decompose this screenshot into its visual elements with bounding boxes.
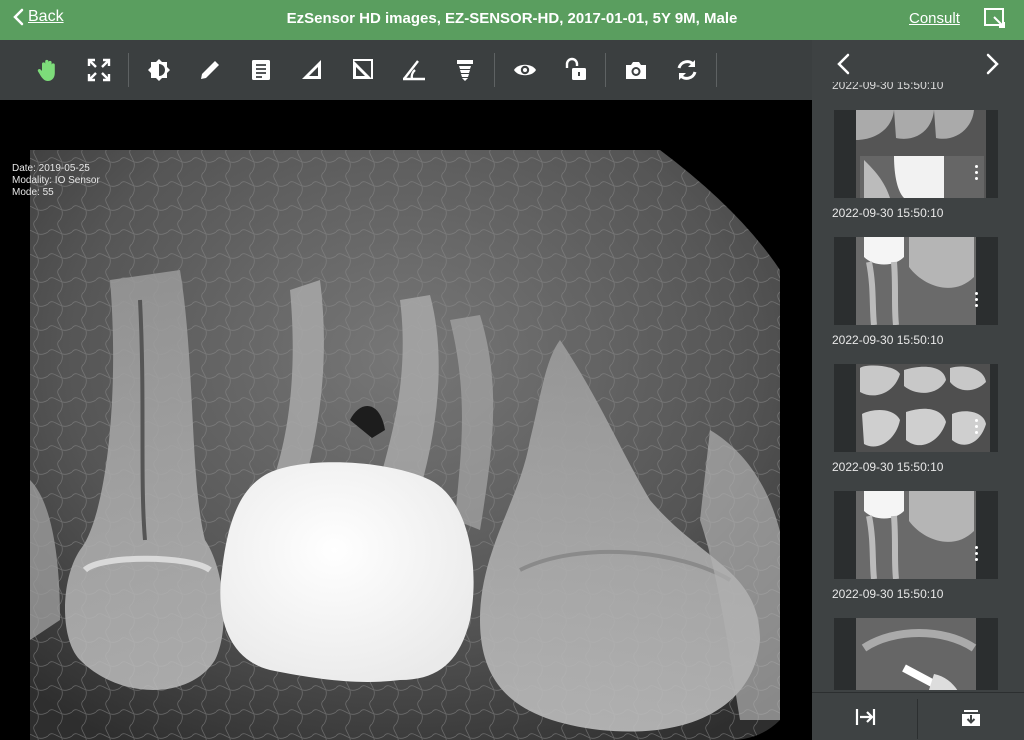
hand-icon	[37, 59, 55, 81]
chevron-left-icon[interactable]	[834, 52, 854, 76]
area-measure-button[interactable]	[341, 48, 385, 92]
angle-measure-icon	[353, 59, 373, 79]
lock-button[interactable]	[554, 48, 598, 92]
view-button[interactable]	[503, 48, 547, 92]
pencil-icon	[201, 61, 219, 79]
capture-button[interactable]	[614, 48, 658, 92]
thumbnail-item[interactable]	[834, 491, 998, 579]
more-options-icon[interactable]	[975, 292, 978, 310]
brightness-button[interactable]	[137, 48, 181, 92]
page-title: EzSensor HD images, EZ-SENSOR-HD, 2017-0…	[286, 10, 738, 27]
consult-button[interactable]: Consult	[909, 10, 960, 27]
toolbar-separator	[494, 53, 495, 87]
report-button[interactable]	[239, 48, 283, 92]
thumbnail-image	[834, 237, 998, 325]
thumbnail-label: 2022-09-30 15:50:10	[832, 82, 944, 92]
eye-icon	[514, 64, 536, 76]
back-button[interactable]: Back	[12, 8, 64, 26]
download-button[interactable]	[918, 693, 1023, 740]
fit-screen-button[interactable]	[77, 48, 121, 92]
panel-actions	[812, 692, 1024, 740]
fit-screen-icon	[87, 58, 111, 82]
image-info-overlay: Date: 2019-05-25 Modality: IO Sensor Mod…	[12, 163, 100, 199]
info-date: Date: 2019-05-25	[12, 163, 90, 174]
thumbnail-list[interactable]: 2022-09-30 15:50:10 2022-09-30 15:50:10	[812, 82, 1024, 690]
draw-button[interactable]	[188, 48, 232, 92]
report-icon	[252, 60, 270, 80]
thumbnail-image	[834, 491, 998, 579]
more-options-icon[interactable]	[975, 546, 978, 564]
ruler-triangle-icon	[302, 60, 321, 79]
thumbnail-nav	[812, 50, 1024, 80]
tool-bar	[0, 40, 812, 100]
length-measure-button[interactable]	[290, 48, 334, 92]
thumbnail-item[interactable]	[834, 364, 998, 452]
import-button[interactable]	[812, 693, 917, 740]
thumbnail-image	[834, 618, 998, 690]
toolbar-separator	[605, 53, 606, 87]
chevron-right-icon[interactable]	[982, 52, 1002, 76]
implant-button[interactable]	[443, 48, 487, 92]
import-arrow-icon	[855, 709, 875, 725]
rotate-icon	[677, 60, 697, 80]
image-viewer[interactable]: Date: 2019-05-25 Modality: IO Sensor Mod…	[0, 100, 810, 740]
toolbar-separator	[716, 53, 717, 87]
toolbar-separator	[128, 53, 129, 87]
hand-tool-button[interactable]	[26, 48, 70, 92]
reset-button[interactable]	[665, 48, 709, 92]
more-options-icon[interactable]	[975, 165, 978, 183]
thumbnail-item[interactable]	[834, 618, 998, 690]
info-modality: Modality: IO Sensor	[12, 175, 100, 186]
thumbnail-item[interactable]	[834, 237, 998, 325]
consult-share-icon[interactable]	[982, 6, 1008, 32]
chevron-left-icon	[13, 8, 24, 26]
thumbnail-item[interactable]	[834, 110, 998, 198]
thumbnail-panel: 2022-09-30 15:50:10 2022-09-30 15:50:10	[812, 40, 1024, 740]
implant-icon	[457, 60, 473, 81]
brightness-contrast-icon	[148, 59, 170, 81]
unlock-icon	[565, 57, 586, 80]
camera-icon	[626, 62, 646, 79]
thumbnail-label: 2022-09-30 15:50:10	[832, 587, 944, 601]
title-bar: Back EzSensor HD images, EZ-SENSOR-HD, 2…	[0, 0, 1024, 40]
thumbnail-image	[834, 364, 998, 452]
protractor-icon	[403, 60, 425, 81]
back-label: Back	[28, 8, 64, 25]
angle-button[interactable]	[392, 48, 436, 92]
thumbnail-label: 2022-09-30 15:50:10	[832, 333, 944, 347]
more-options-icon[interactable]	[975, 419, 978, 437]
info-mode: Mode: 55	[12, 187, 54, 198]
dental-xray-image[interactable]	[0, 100, 810, 740]
thumbnail-label: 2022-09-30 15:50:10	[832, 460, 944, 474]
thumbnail-image	[834, 110, 998, 198]
thumbnail-label: 2022-09-30 15:50:10	[832, 206, 944, 220]
download-icon	[961, 710, 980, 726]
